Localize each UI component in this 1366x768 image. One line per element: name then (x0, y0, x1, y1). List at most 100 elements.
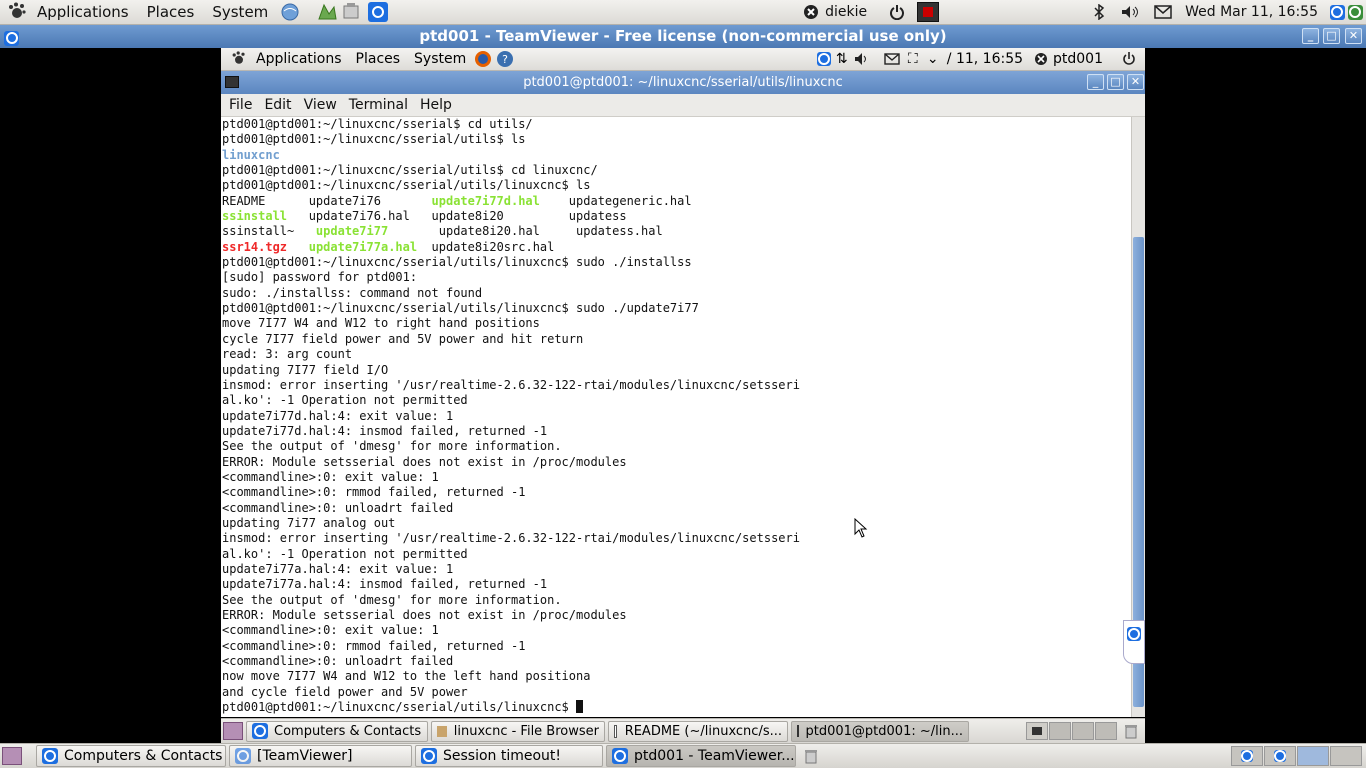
terminal-line: [sudo] password for ptd001: (222, 270, 1131, 285)
terminal-text: update7i77d.hal:4: exit value: 1 (222, 408, 454, 423)
terminal-line: update7i77d.hal:4: insmod failed, return… (222, 424, 1131, 439)
terminal-line: al.ko': -1 Operation not permitted (222, 393, 1131, 408)
teamviewer-icon (612, 748, 628, 764)
remote-task-terminal[interactable]: ptd001@ptd001: ~/lin... (791, 720, 969, 742)
folder-icon (437, 725, 447, 737)
terminal-text: sudo: ./installss: command not found (222, 285, 483, 300)
remote-power-icon[interactable] (1121, 52, 1137, 66)
terminal-text: move 7I77 W4 and W12 to right hand posit… (222, 316, 540, 331)
tray-extra-icon[interactable] (1346, 4, 1364, 20)
terminal-text: and cycle field power and 5V power (222, 684, 468, 699)
terminal-text: update7i77a.hal (308, 239, 418, 254)
terminal-line: insmod: error inserting '/usr/realtime-2… (222, 378, 1131, 393)
terminal-icon (797, 725, 799, 737)
terminal-close-button[interactable]: ✕ (1127, 74, 1144, 90)
terminal-line: ERROR: Module setsserial does not exist … (222, 608, 1131, 623)
remote-teamviewer-tray-icon[interactable] (815, 52, 833, 66)
clock[interactable]: Wed Mar 11, 16:55 (1185, 4, 1318, 20)
record-icon[interactable] (917, 2, 940, 22)
teamviewer-tray-icon[interactable] (1328, 4, 1346, 20)
terminal-line: ERROR: Module setsserial does not exist … (222, 455, 1131, 470)
minimize-button[interactable]: _ (1302, 28, 1319, 44)
host-task-teamviewer[interactable]: [TeamViewer] (229, 745, 412, 767)
terminal-output[interactable]: ptd001@ptd001:~/linuxcnc/sserial$ cd uti… (221, 117, 1131, 717)
terminal-text: ptd001@ptd001:~/linuxcnc/sserial/utils/l… (222, 178, 591, 193)
terminal-text: update7i77 (315, 224, 389, 239)
remote-user-name[interactable]: ptd001 (1053, 51, 1103, 67)
teamviewer-launcher-icon[interactable] (367, 1, 389, 23)
host-workspace-2[interactable] (1264, 746, 1296, 766)
menu-edit[interactable]: Edit (258, 97, 297, 113)
applications-menu[interactable]: Applications (28, 3, 138, 21)
volume-icon[interactable] (1117, 4, 1145, 20)
remote-mail-icon[interactable] (881, 53, 903, 65)
mail-icon[interactable] (1151, 5, 1175, 19)
network-icon[interactable]: ⇅ (833, 51, 851, 67)
workspace-3[interactable] (1072, 722, 1094, 740)
task-label: Computers & Contacts (274, 723, 422, 739)
terminal-text: update7i77a.hal:4: insmod failed, return… (222, 577, 548, 592)
workspace-1[interactable] (1026, 722, 1048, 740)
remote-task-file-browser[interactable]: linuxcnc - File Browser (431, 720, 605, 742)
tool-launcher-icon[interactable] (339, 1, 363, 23)
terminal-text: ssinstall (222, 209, 288, 224)
system-menu[interactable]: System (203, 3, 277, 21)
terminal-maximize-button[interactable]: □ (1107, 74, 1124, 90)
fullscreen-toolbar-icon[interactable]: ⛶ (903, 51, 923, 67)
firefox-icon[interactable] (473, 50, 493, 68)
gnome-foot-icon[interactable] (6, 1, 28, 23)
host-task-computers-contacts[interactable]: Computers & Contacts (36, 745, 226, 767)
maximize-button[interactable]: □ (1323, 28, 1340, 44)
remote-user-status-icon (1033, 52, 1049, 66)
terminal-minimize-button[interactable]: _ (1087, 74, 1104, 90)
terminal-text: <commandline>:0: unloadrt failed (222, 500, 454, 515)
places-menu[interactable]: Places (138, 3, 204, 21)
terminal-text: <commandline>:0: rmmod failed, returned … (222, 485, 526, 500)
remote-volume-icon[interactable] (851, 52, 873, 66)
teamviewer-window-icon (4, 28, 19, 51)
show-desktop-icon[interactable] (223, 722, 243, 740)
remote-top-panel: Applications Places System ? ⇅ ⛶ ⌄ / 11,… (221, 48, 1145, 71)
remote-gnome-foot-icon[interactable] (229, 51, 249, 67)
browser-launcher-icon[interactable] (279, 1, 301, 23)
remote-task-computers-contacts[interactable]: Computers & Contacts (246, 720, 428, 742)
terminal-line: cycle 7I77 field power and 5V power and … (222, 332, 1131, 347)
remote-taskbar: Computers & Contacts linuxcnc - File Bro… (221, 718, 1145, 743)
host-task-session-timeout[interactable]: Session timeout! (415, 745, 603, 767)
teamviewer-side-tab[interactable] (1123, 620, 1145, 664)
menu-terminal[interactable]: Terminal (343, 97, 414, 113)
trash-icon[interactable] (1121, 723, 1141, 739)
host-top-panel: Applications Places System diekie Wed Ma… (0, 0, 1366, 25)
host-workspace-1[interactable] (1231, 746, 1263, 766)
remote-clock[interactable]: / 11, 16:55 (947, 51, 1023, 67)
close-button[interactable]: ✕ (1345, 28, 1362, 44)
menu-help[interactable]: Help (414, 97, 458, 113)
host-task-ptd001-teamviewer[interactable]: ptd001 - TeamViewer... (606, 745, 796, 767)
teamviewer-window-titlebar[interactable]: ptd001 - TeamViewer - Free license (non-… (0, 25, 1366, 48)
host-trash-icon[interactable] (800, 748, 822, 764)
menu-file[interactable]: File (223, 97, 258, 113)
user-name[interactable]: diekie (825, 4, 867, 20)
terminal-titlebar[interactable]: ptd001@ptd001: ~/linuxcnc/sserial/utils/… (221, 71, 1145, 94)
power-icon[interactable] (887, 2, 907, 22)
task-label: Session timeout! (443, 748, 562, 764)
remote-task-readme[interactable]: README (~/linuxcnc/s... (608, 720, 788, 742)
remote-places-menu[interactable]: Places (349, 51, 408, 67)
menu-view[interactable]: View (298, 97, 343, 113)
host-workspace-4[interactable] (1330, 746, 1362, 766)
host-workspace-3[interactable] (1297, 746, 1329, 766)
remote-system-menu[interactable]: System (407, 51, 473, 67)
chevron-down-icon[interactable]: ⌄ (923, 51, 943, 67)
remote-applications-menu[interactable]: Applications (249, 51, 349, 67)
workspace-2[interactable] (1049, 722, 1071, 740)
bluetooth-icon[interactable] (1089, 4, 1109, 20)
task-label: linuxcnc - File Browser (453, 723, 599, 739)
workspace-4[interactable] (1095, 722, 1117, 740)
editor-launcher-icon[interactable] (315, 1, 339, 23)
terminal-line: update7i77a.hal:4: exit value: 1 (222, 562, 1131, 577)
terminal-line: ssr14.tgz update7i77a.hal update8i20src.… (222, 240, 1131, 255)
help-icon[interactable]: ? (495, 50, 515, 68)
terminal-line: <commandline>:0: unloadrt failed (222, 501, 1131, 516)
host-show-desktop-icon[interactable] (2, 747, 22, 765)
terminal-line: ssinstall~ update7i77 update8i20.hal upd… (222, 224, 1131, 239)
